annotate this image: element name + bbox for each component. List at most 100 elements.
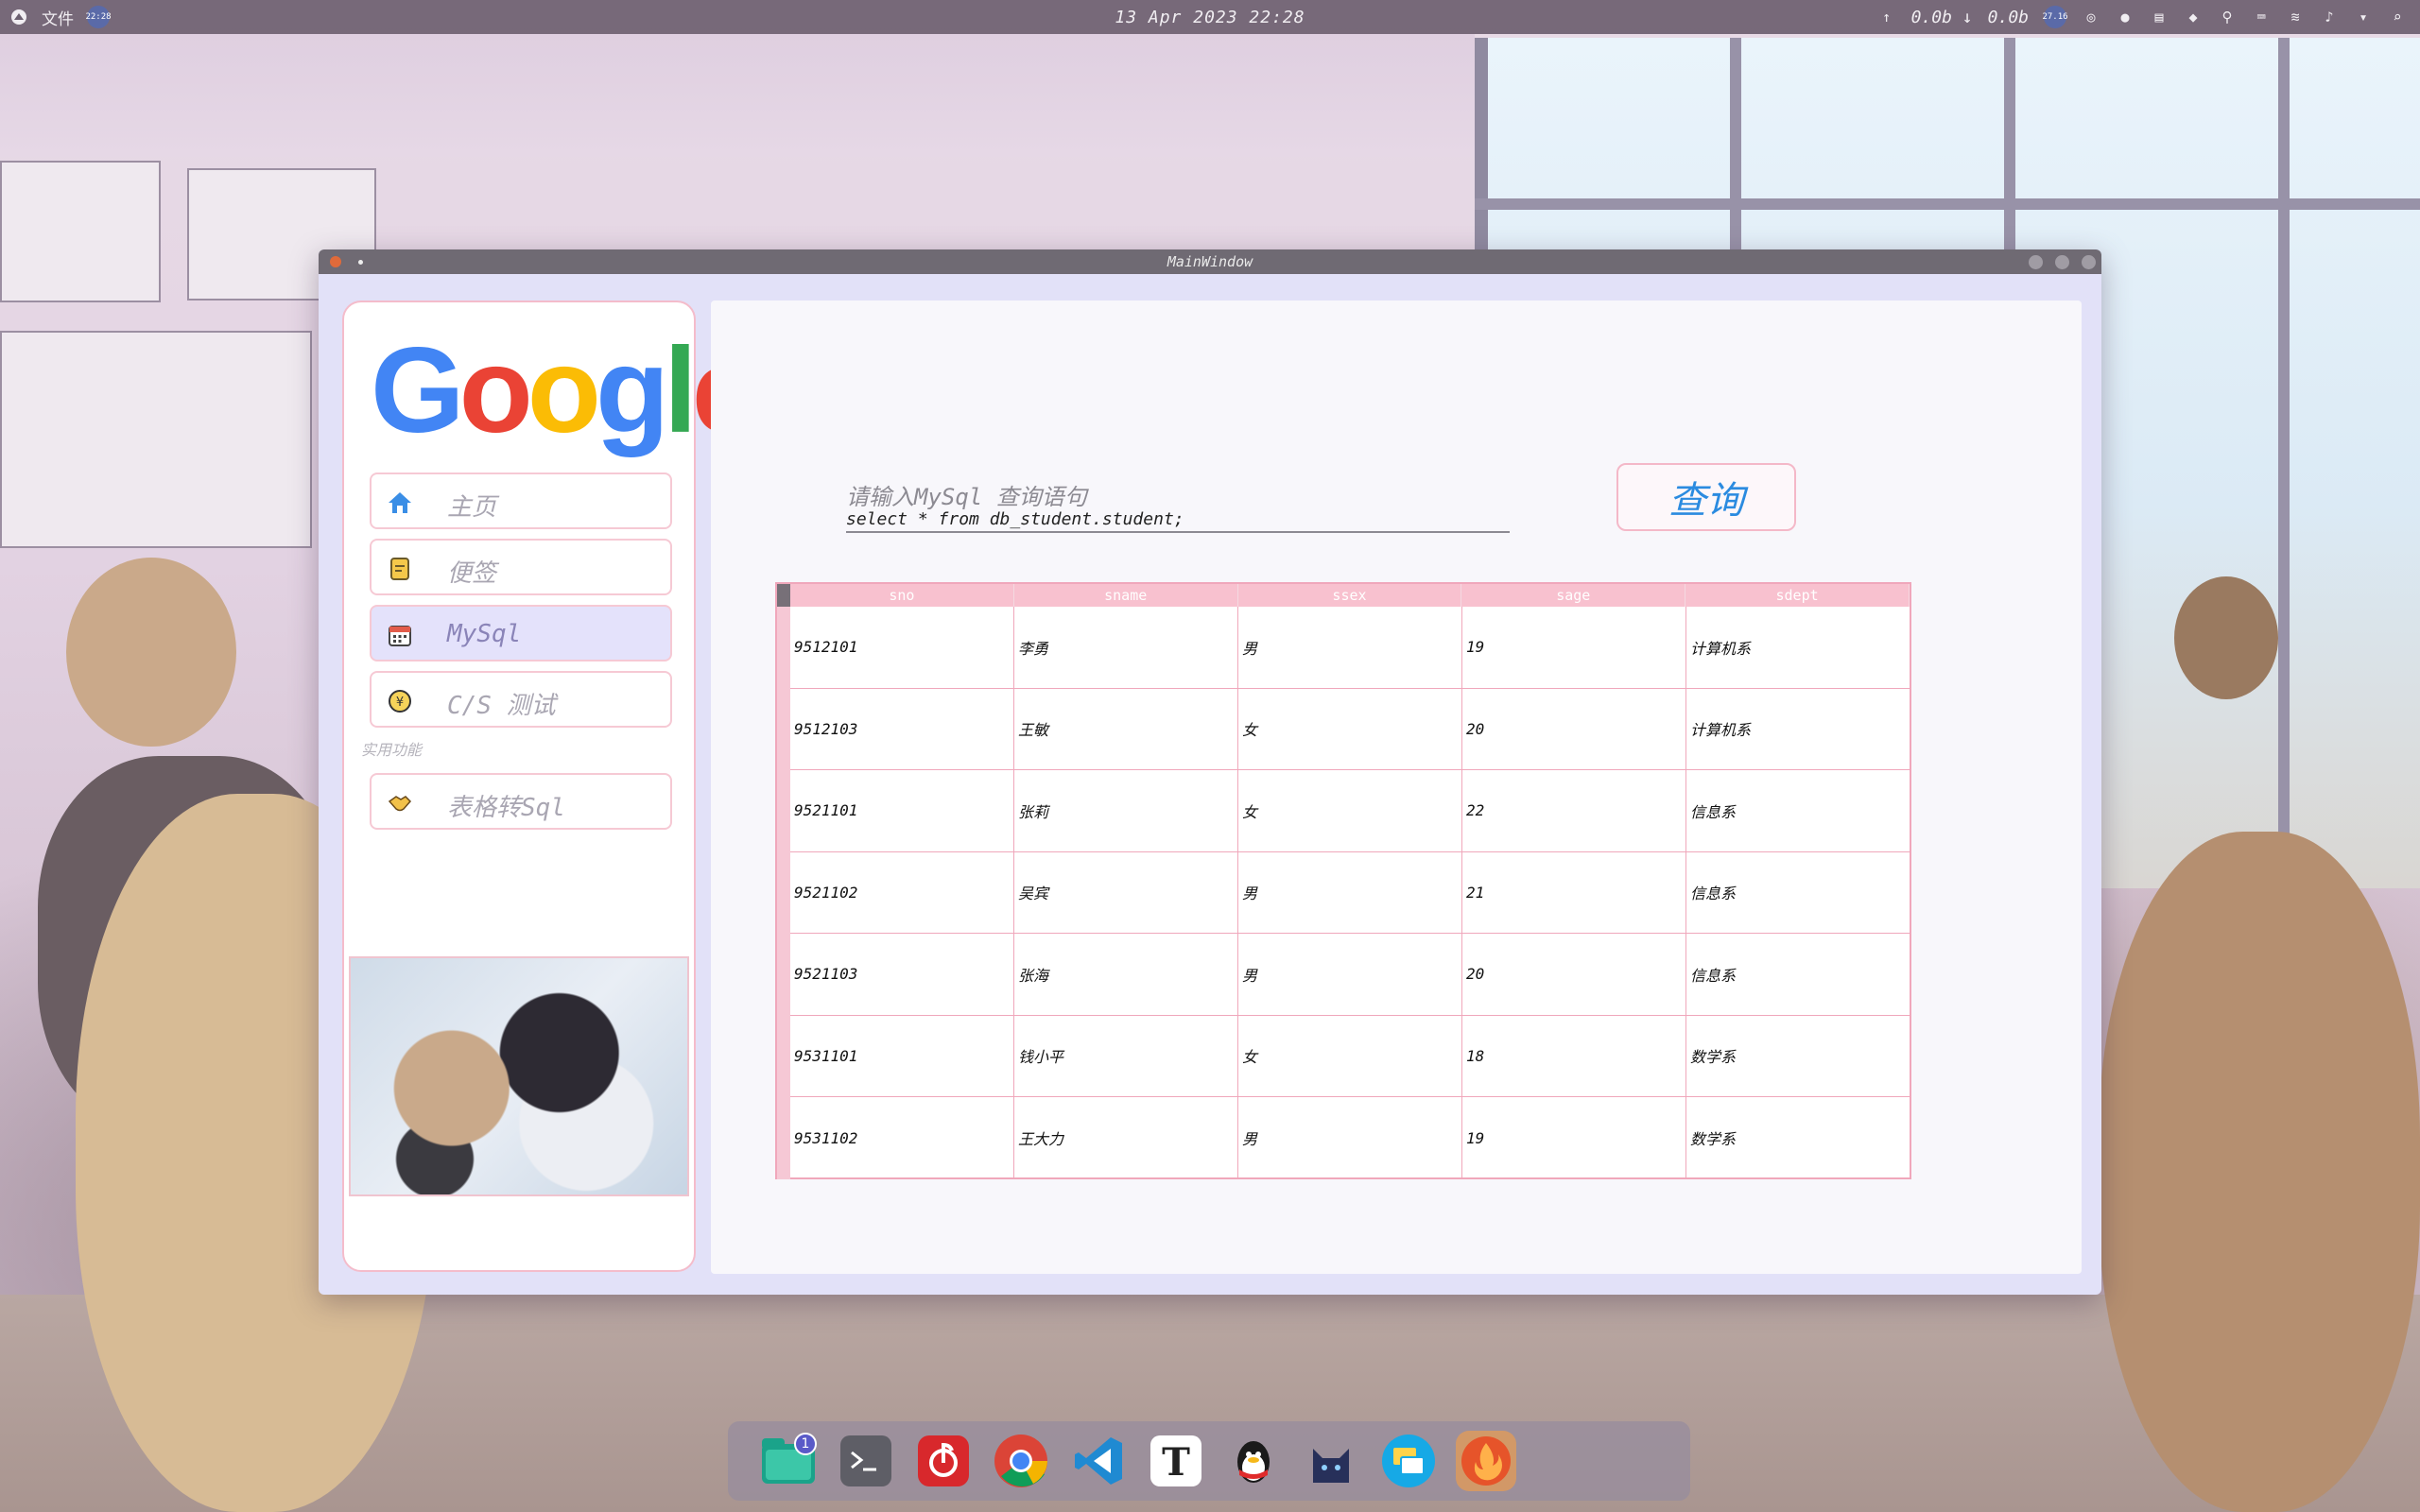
window-title: MainWindow (1167, 253, 1253, 270)
remote-desktop-icon (1382, 1435, 1435, 1487)
accessibility-icon[interactable]: ◎ (2082, 8, 2100, 26)
dock-file-manager[interactable]: 1 (758, 1431, 819, 1491)
upload-arrow-icon: ↑ (1882, 9, 1892, 26)
table-cell[interactable]: 9521102 (790, 851, 1014, 933)
file-menu[interactable]: 文件 (42, 6, 74, 29)
table-cell[interactable]: 数学系 (1686, 1016, 1910, 1097)
table-corner-button[interactable] (777, 584, 790, 607)
table-cell[interactable]: 张莉 (1014, 770, 1238, 851)
svg-text:T: T (1162, 1440, 1190, 1485)
wallpaper-rail (1475, 198, 2420, 210)
location-icon[interactable]: ⚲ (2218, 8, 2237, 26)
table-cell[interactable]: 钱小平 (1014, 1015, 1238, 1096)
qq-tray-icon[interactable]: ● (2116, 8, 2135, 26)
table-cell[interactable]: 数学系 (1686, 1097, 1910, 1179)
table-cell[interactable]: 9512101 (790, 607, 1014, 688)
chevron-down-icon[interactable]: ▾ (2354, 8, 2373, 26)
launcher-icon[interactable] (9, 8, 28, 26)
table-cell[interactable]: 女 (1238, 770, 1462, 851)
table-cell[interactable]: 9521103 (790, 934, 1014, 1015)
table-cell[interactable]: 9512103 (790, 688, 1014, 769)
dock-chrome[interactable] (991, 1431, 1051, 1491)
table-cell[interactable]: 20 (1462, 934, 1686, 1015)
table-cell[interactable]: 19 (1462, 607, 1686, 688)
clipboard-icon[interactable]: ▤ (2150, 8, 2169, 26)
table-cell[interactable]: 22 (1462, 770, 1686, 851)
nav-mysql-button[interactable]: MySql (370, 605, 672, 662)
dock-cat-app[interactable] (1301, 1431, 1361, 1491)
volume-icon[interactable]: ♪ (2320, 8, 2339, 26)
nav-cs-test-button[interactable]: ¥ C/S 测试 (370, 671, 672, 728)
nav-label: MySql (447, 620, 522, 648)
dock-typora[interactable]: T (1146, 1431, 1206, 1491)
table-cell[interactable]: 信息系 (1686, 770, 1910, 851)
dock-remote-desktop[interactable] (1378, 1431, 1439, 1491)
close-button[interactable] (2082, 255, 2096, 269)
minimize-button[interactable] (2029, 255, 2043, 269)
nav-label: C/S 测试 (447, 692, 556, 720)
table-cell[interactable]: 吴宾 (1014, 851, 1238, 933)
dock-netease-music[interactable] (913, 1431, 974, 1491)
table-body: 9512101 李勇 男 19 计算机系 9512103 王敏 女 20 计算机… (790, 607, 1910, 1179)
column-header-sname[interactable]: sname (1014, 584, 1238, 607)
table-cell[interactable]: 信息系 (1686, 852, 1910, 934)
maximize-button[interactable] (2055, 255, 2069, 269)
table-cell[interactable]: 18 (1462, 1015, 1686, 1096)
notification-badge: 1 (794, 1433, 817, 1455)
nav-table-to-sql-button[interactable]: 表格转Sql (370, 773, 672, 830)
table-cell[interactable]: 王敏 (1014, 688, 1238, 769)
table-row: 9521101 张莉 女 22 信息系 (790, 770, 1910, 852)
table-cell[interactable]: 男 (1238, 1097, 1462, 1179)
nav-notes-button[interactable]: 便签 (370, 539, 672, 595)
table-cell[interactable]: 9521101 (790, 770, 1014, 851)
nav-home-button[interactable]: 主页 (370, 472, 672, 529)
cat-tray-icon[interactable]: ◆ (2184, 8, 2203, 26)
logo-letter: G (371, 323, 465, 458)
keyboard-icon[interactable]: ⌨ (2252, 8, 2271, 26)
table-cell[interactable]: 男 (1238, 607, 1462, 688)
title-bar[interactable]: MainWindow (319, 249, 2101, 274)
logo-letter: g (595, 323, 669, 458)
calendar-icon (387, 622, 413, 648)
search-icon[interactable]: ⌕ (2388, 8, 2407, 26)
dock-terminal[interactable] (836, 1431, 896, 1491)
table-cell[interactable]: 王大力 (1014, 1097, 1238, 1179)
column-header-sage[interactable]: sage (1461, 584, 1686, 607)
home-icon (387, 490, 413, 516)
dock-flame-app[interactable] (1456, 1431, 1516, 1491)
table-cell[interactable]: 计算机系 (1686, 607, 1910, 688)
system-top-bar: 文件 22:28 13 Apr 2023 22:28 ↑ 0.0b ↓ 0.0b… (0, 0, 2420, 34)
dock-qq[interactable] (1223, 1431, 1284, 1491)
qq-icon (1237, 1441, 1270, 1483)
wallpaper-sketch (0, 331, 312, 548)
dock: 1 T (728, 1421, 1690, 1501)
table-cell[interactable]: 张海 (1014, 934, 1238, 1015)
table-row: 9531102 王大力 男 19 数学系 (790, 1097, 1910, 1179)
table-cell[interactable]: 21 (1462, 851, 1686, 933)
table-cell[interactable]: 9531101 (790, 1015, 1014, 1096)
column-header-sdept[interactable]: sdept (1685, 584, 1910, 607)
wifi-icon[interactable]: ≋ (2286, 8, 2305, 26)
section-label: 实用功能 (361, 741, 423, 759)
flame-icon (1461, 1436, 1511, 1486)
table-cell[interactable]: 19 (1462, 1097, 1686, 1179)
table-cell[interactable]: 9531102 (790, 1097, 1014, 1179)
table-cell[interactable]: 李勇 (1014, 607, 1238, 688)
table-cell[interactable]: 女 (1238, 688, 1462, 769)
google-logo: Google (371, 331, 759, 452)
table-cell[interactable]: 计算机系 (1686, 689, 1910, 770)
table-cell[interactable]: 男 (1238, 851, 1462, 933)
table-cell[interactable]: 信息系 (1686, 934, 1910, 1015)
table-cell[interactable]: 20 (1462, 688, 1686, 769)
table-cell[interactable]: 女 (1238, 1015, 1462, 1096)
table-cell[interactable]: 男 (1238, 934, 1462, 1015)
dock-vscode[interactable] (1068, 1431, 1129, 1491)
query-button[interactable]: 查询 (1616, 463, 1796, 531)
table-row: 9521103 张海 男 20 信息系 (790, 934, 1910, 1016)
column-header-ssex[interactable]: ssex (1238, 584, 1462, 607)
svg-text:¥: ¥ (396, 696, 404, 710)
column-header-sno[interactable]: sno (790, 584, 1014, 607)
anime-illustration (349, 956, 689, 1196)
row-header-column[interactable] (777, 607, 790, 1179)
sql-input[interactable] (846, 507, 1508, 531)
